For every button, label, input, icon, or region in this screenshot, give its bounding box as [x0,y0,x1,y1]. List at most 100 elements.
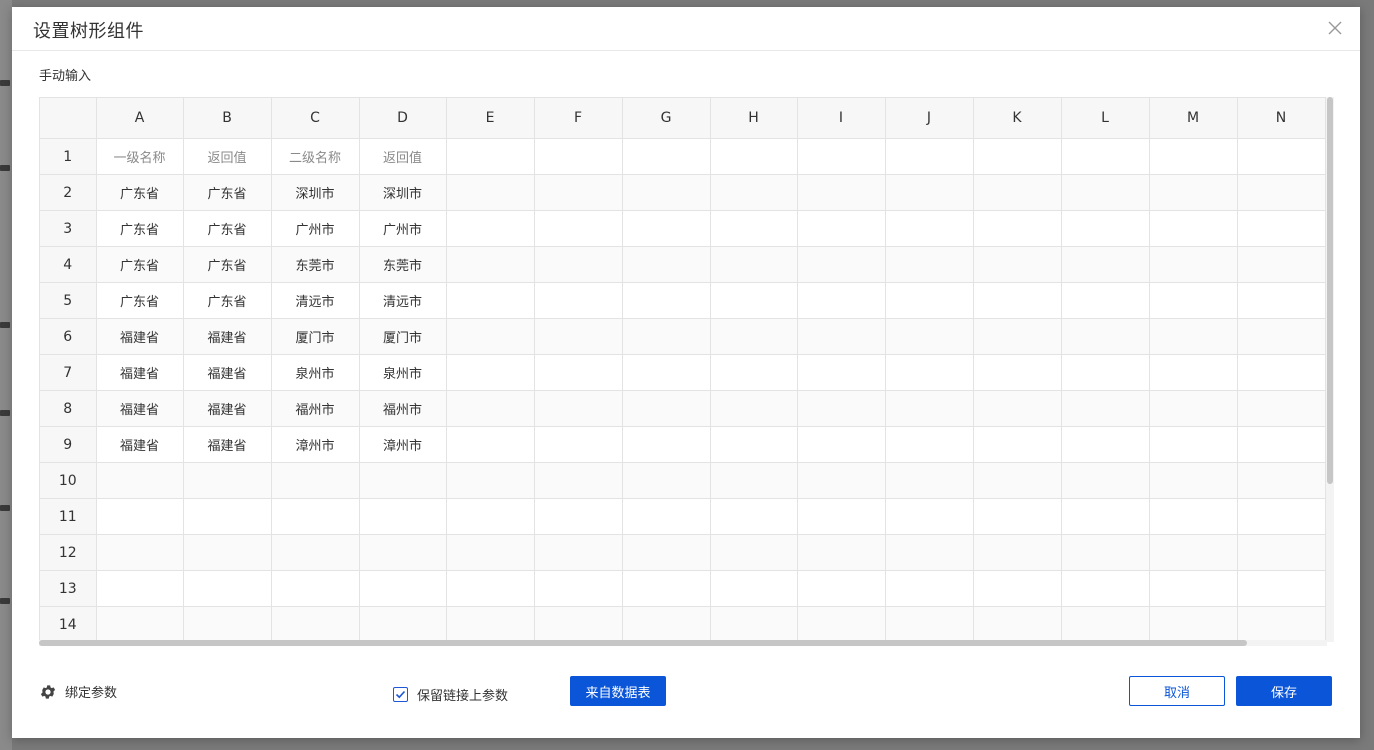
sheet-cell[interactable] [1149,462,1238,499]
sheet-cell[interactable]: 广东省 [96,282,184,319]
sheet-cell[interactable] [534,210,623,247]
sheet-cell[interactable] [1149,138,1238,175]
sheet-cell[interactable] [183,462,272,499]
column-header-g[interactable]: G [622,98,711,139]
sheet-cell[interactable] [710,570,798,607]
sheet-cell[interactable] [359,462,447,499]
sheet-cell[interactable]: 深圳市 [271,174,360,211]
sheet-cell[interactable] [885,570,974,607]
column-header-c[interactable]: C [271,98,360,139]
sheet-cell[interactable] [1237,354,1326,391]
sheet-cell[interactable] [1237,246,1326,283]
sheet-cell[interactable]: 广州市 [271,210,360,247]
sheet-cell[interactable] [885,354,974,391]
sheet-cell[interactable] [710,246,798,283]
sheet-cell[interactable] [1149,498,1238,535]
sheet-cell[interactable] [710,354,798,391]
sheet-cell[interactable] [1149,534,1238,571]
sheet-cell[interactable] [797,246,886,283]
sheet-cell[interactable] [885,498,974,535]
sheet-cell[interactable] [973,210,1062,247]
sheet-cell[interactable] [1061,318,1150,355]
sheet-cell[interactable] [534,174,623,211]
sheet-cell[interactable] [183,606,272,643]
save-button[interactable]: 保存 [1236,676,1332,706]
sheet-cell[interactable] [1061,390,1150,427]
sheet-cell[interactable]: 二级名称 [271,138,360,175]
sheet-cell[interactable] [1061,354,1150,391]
column-header-a[interactable]: A [96,98,184,139]
sheet-cell[interactable]: 福州市 [359,390,447,427]
sheet-cell[interactable] [534,426,623,463]
sheet-cell[interactable]: 广州市 [359,210,447,247]
sheet-cell[interactable] [710,426,798,463]
sheet-cell[interactable] [534,390,623,427]
sheet-cell[interactable]: 返回值 [183,138,272,175]
sheet-cell[interactable] [96,498,184,535]
column-header-k[interactable]: K [973,98,1062,139]
sheet-cell[interactable] [710,498,798,535]
sheet-cell[interactable] [973,390,1062,427]
sheet-cell[interactable] [534,462,623,499]
row-header[interactable]: 14 [40,606,97,643]
sheet-cell[interactable] [797,282,886,319]
sheet-cell[interactable]: 厦门市 [271,318,360,355]
sheet-cell[interactable] [622,570,711,607]
sheet-cell[interactable] [534,606,623,643]
sheet-cell[interactable] [534,246,623,283]
keep-params-option[interactable]: 保留链接上参数 [393,685,508,704]
sheet-cell[interactable]: 福建省 [183,354,272,391]
sheet-cell[interactable]: 广东省 [183,282,272,319]
row-header[interactable]: 12 [40,534,97,571]
sheet-cell[interactable] [359,606,447,643]
sheet-cell[interactable] [1149,426,1238,463]
sheet-cell[interactable] [710,282,798,319]
sheet-cell[interactable]: 返回值 [359,138,447,175]
sheet-cell[interactable] [96,462,184,499]
sheet-cell[interactable] [271,606,360,643]
sheet-cell[interactable]: 福建省 [96,426,184,463]
sheet-cell[interactable] [446,462,535,499]
row-header[interactable]: 3 [40,210,97,247]
column-header-j[interactable]: J [885,98,974,139]
sheet-cell[interactable] [973,138,1062,175]
sheet-cell[interactable]: 泉州市 [359,354,447,391]
column-header-d[interactable]: D [359,98,447,139]
column-header-i[interactable]: I [797,98,886,139]
sheet-cell[interactable] [710,462,798,499]
row-header[interactable]: 5 [40,282,97,319]
column-header-l[interactable]: L [1061,98,1150,139]
sheet-cell[interactable] [622,390,711,427]
sheet-cell[interactable] [96,606,184,643]
sheet-cell[interactable] [710,318,798,355]
sheet-cell[interactable] [534,318,623,355]
sheet-cell[interactable] [1237,426,1326,463]
row-header[interactable]: 6 [40,318,97,355]
column-header-m[interactable]: M [1149,98,1238,139]
sheet-cell[interactable]: 一级名称 [96,138,184,175]
sheet-cell[interactable]: 福建省 [96,390,184,427]
sheet-cell[interactable] [885,210,974,247]
sheet-cell[interactable] [622,138,711,175]
row-header[interactable]: 8 [40,390,97,427]
sheet-cell[interactable] [96,534,184,571]
sheet-cell[interactable] [271,462,360,499]
sheet-cell[interactable]: 福建省 [96,318,184,355]
sheet-cell[interactable] [622,606,711,643]
sheet-cell[interactable] [797,606,886,643]
sheet-cell[interactable] [1237,606,1326,643]
sheet-cell[interactable] [1061,174,1150,211]
sheet-cell[interactable] [797,534,886,571]
sheet-cell[interactable]: 福州市 [271,390,360,427]
sheet-cell[interactable] [1149,174,1238,211]
sheet-cell[interactable] [885,462,974,499]
sheet-cell[interactable]: 福建省 [183,390,272,427]
column-header-h[interactable]: H [710,98,798,139]
sheet-cell[interactable] [885,390,974,427]
sheet-cell[interactable] [710,174,798,211]
sheet-cell[interactable] [446,210,535,247]
sheet-cell[interactable] [1061,210,1150,247]
sheet-cell[interactable] [446,426,535,463]
sheet-cell[interactable] [973,174,1062,211]
sheet-cell[interactable] [622,318,711,355]
